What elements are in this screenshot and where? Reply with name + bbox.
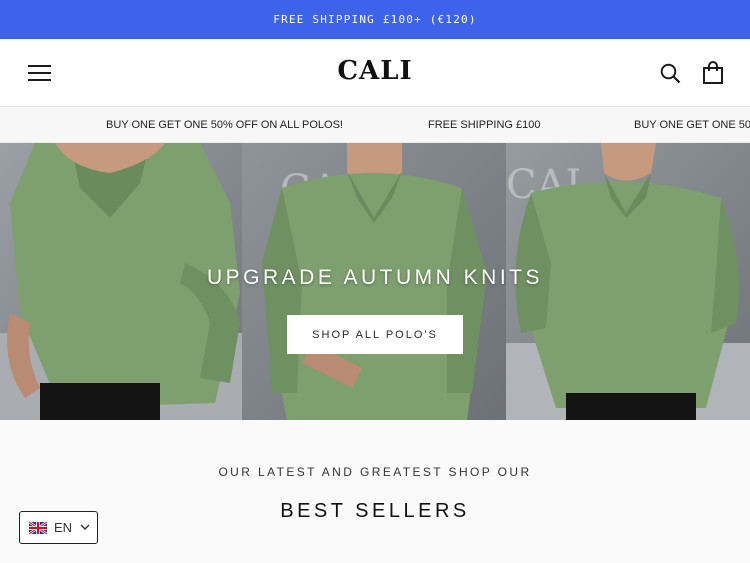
- announcement-text: FREE SHIPPING £100+ (€120): [273, 13, 477, 26]
- marquee-item: BUY ONE GET ONE 50% OFF ON ALL POLOS!: [106, 119, 343, 131]
- language-selector[interactable]: EN: [19, 511, 98, 544]
- section-title: BEST SELLERS: [280, 500, 470, 522]
- search-icon[interactable]: [660, 63, 681, 84]
- hero-banner: CA CA: [0, 143, 750, 420]
- shopping-bag-icon[interactable]: [702, 61, 724, 84]
- announcement-bar: FREE SHIPPING £100+ (€120): [0, 0, 750, 39]
- site-header: CALI: [0, 39, 750, 107]
- promo-marquee: BUY ONE GET ONE 50% OFF ON ALL POLOS! FR…: [0, 107, 750, 143]
- shop-all-polos-button[interactable]: SHOP ALL POLO'S: [287, 315, 463, 354]
- marquee-item: BUY ONE GET ONE 50%: [634, 119, 750, 131]
- site-logo[interactable]: CALI: [0, 56, 750, 86]
- chevron-down-icon: [80, 524, 90, 530]
- language-code: EN: [54, 520, 73, 535]
- hero-title: UPGRADE AUTUMN KNITS: [206, 266, 544, 289]
- marquee-item: FREE SHIPPING £100: [428, 119, 541, 131]
- uk-flag-icon: [29, 521, 47, 534]
- section-subtitle: OUR LATEST AND GREATEST SHOP OUR: [218, 465, 532, 479]
